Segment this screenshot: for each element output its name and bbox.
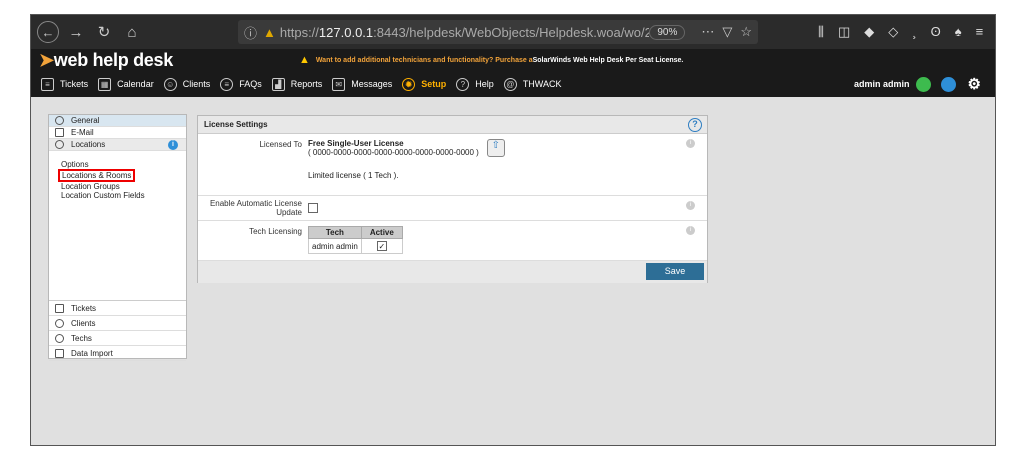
panel-header: License Settings ?: [198, 116, 707, 134]
extension-icon[interactable]: ◆: [864, 24, 874, 40]
help-icon: ?: [456, 77, 470, 91]
techs-icon: [55, 333, 64, 343]
license-limit: Limited license ( 1 Tech ).: [308, 171, 399, 180]
nav-help[interactable]: ? Help: [456, 77, 494, 91]
tech-licensing-label: Tech Licensing: [249, 227, 302, 236]
thwack-icon: @: [503, 77, 517, 91]
extension-2-icon[interactable]: ◇: [888, 24, 898, 40]
clients-icon: [55, 318, 64, 328]
zoom-level[interactable]: 90%: [649, 24, 686, 40]
status-icon[interactable]: [915, 76, 931, 92]
warning-icon: ▲: [298, 54, 310, 66]
auto-update-checkbox[interactable]: [308, 203, 318, 213]
web-help-desk-logo[interactable]: ➤web help desk: [39, 50, 173, 71]
purchase-link[interactable]: SolarWinds Web Help Desk Per Seat Licens…: [533, 57, 684, 64]
info-icon[interactable]: i: [686, 226, 695, 235]
info-icon[interactable]: i: [686, 201, 695, 210]
locations-submenu: Options Locations & Rooms Location Group…: [49, 151, 186, 301]
main-nav: ≡ Tickets ▦ Calendar ☺ Clients ≡ FAQs ▟ Repor…: [31, 71, 995, 97]
licensed-to-label: Licensed To: [259, 140, 302, 149]
clients-icon: ☺: [163, 77, 177, 91]
app-banner: ➤web help desk ▲ Want to add additional …: [31, 49, 995, 71]
auto-update-label: Enable Automatic License Update: [209, 199, 302, 217]
licensed-to-row: Licensed To Free Single-User License ( 0…: [198, 134, 707, 196]
active-column-header: Active: [360, 226, 403, 239]
upgrade-license-icon[interactable]: ⇧: [486, 139, 505, 157]
sidebar-item-email[interactable]: E-Mail: [49, 127, 186, 139]
promo-banner: ▲ Want to add additional technicians and…: [298, 54, 684, 66]
back-icon[interactable]: ←: [37, 21, 59, 43]
reload-icon[interactable]: ↻: [93, 21, 115, 43]
submenu-options[interactable]: Options: [61, 160, 186, 169]
site-info-icon[interactable]: ⓘ: [244, 23, 257, 42]
table-row: admin admin ✓: [308, 238, 403, 254]
nav-reports[interactable]: ▟ Reports: [271, 77, 322, 91]
content-area: General E-Mail Locations i Options Locati…: [31, 97, 995, 445]
sidebar-item-techs[interactable]: Techs: [49, 331, 186, 346]
user-area: admin admin ⚙: [854, 75, 981, 93]
account-icon[interactable]: ʘ: [931, 24, 941, 40]
sidebar-item-general[interactable]: General: [49, 115, 186, 127]
general-icon: [55, 116, 64, 125]
nav-thwack[interactable]: @ THWACK: [503, 77, 561, 91]
tech-licensing-row: Tech Licensing Tech Active admin admin ✓…: [198, 221, 707, 261]
url-bar[interactable]: ⓘ ▲ https://127.0.0.1:8443/helpdesk/WebO…: [238, 20, 758, 44]
info-icon[interactable]: i: [686, 139, 695, 148]
setup-gear-icon: ✹: [402, 77, 416, 91]
submenu-location-groups[interactable]: Location Groups: [61, 182, 186, 191]
tech-column-header: Tech: [308, 226, 362, 239]
url-text[interactable]: https://127.0.0.1:8443/helpdesk/WebObjec…: [280, 25, 649, 40]
data-import-icon: [55, 348, 64, 358]
sidebar-item-locations[interactable]: Locations i: [49, 139, 186, 151]
calendar-icon: ▦: [98, 77, 112, 91]
menu-icon[interactable]: ≡: [976, 24, 984, 40]
nav-messages[interactable]: ✉ Messages: [332, 77, 392, 91]
tech-cell: admin admin: [308, 238, 362, 254]
tickets-wrench-icon: [55, 303, 64, 313]
nav-setup[interactable]: ✹ Setup: [402, 77, 446, 91]
location-pin-icon: [55, 140, 64, 149]
submenu-location-custom-fields[interactable]: Location Custom Fields: [61, 191, 186, 200]
faqs-icon: ≡: [220, 77, 234, 91]
auto-update-row: Enable Automatic License Update i: [198, 196, 707, 221]
extension-3-icon[interactable]: ¸: [912, 24, 916, 40]
nav-faqs[interactable]: ≡ FAQs: [220, 77, 262, 91]
help-icon[interactable]: ?: [688, 117, 702, 132]
more-icon[interactable]: ⋯: [701, 24, 714, 40]
forward-icon[interactable]: →: [65, 21, 87, 43]
browser-toolbar: ← → ↻ ⌂ ⓘ ▲ https://127.0.0.1:8443/helpd…: [31, 15, 995, 49]
license-key: ( 0000-0000-0000-0000-0000-0000-0000-000…: [308, 148, 479, 157]
messages-icon: ✉: [332, 77, 346, 91]
pocket-icon[interactable]: ▽: [722, 24, 732, 40]
license-name: Free Single-User License: [308, 139, 404, 148]
setup-sidebar: General E-Mail Locations i Options Locati…: [48, 114, 187, 361]
info-icon[interactable]: i: [168, 139, 178, 150]
panel-footer: Save: [198, 261, 707, 283]
user-name[interactable]: admin admin: [854, 79, 910, 89]
submenu-locations-rooms[interactable]: Locations & Rooms: [58, 169, 136, 182]
active-checkbox[interactable]: ✓: [376, 241, 387, 251]
license-settings-panel: License Settings ? Licensed To Free Sing…: [197, 115, 708, 283]
profile-icon[interactable]: [940, 76, 956, 92]
tech-table: Tech Active admin admin ✓: [308, 226, 403, 254]
nav-clients[interactable]: ☺ Clients: [163, 77, 210, 91]
library-icon[interactable]: ⫼: [818, 24, 824, 40]
home-icon[interactable]: ⌂: [121, 21, 143, 43]
sidebar-item-data-import[interactable]: Data Import: [49, 346, 186, 361]
nav-calendar[interactable]: ▦ Calendar: [98, 77, 154, 91]
reports-icon: ▟: [271, 77, 285, 91]
sidebar-item-tickets[interactable]: Tickets: [49, 301, 186, 316]
settings-gear-icon[interactable]: ⚙: [968, 75, 981, 93]
lock-warning-icon[interactable]: ▲: [263, 25, 276, 40]
panel-title: License Settings: [204, 120, 268, 129]
email-icon: [55, 128, 64, 137]
nav-tickets[interactable]: ≡ Tickets: [41, 77, 88, 91]
sidebar-item-clients[interactable]: Clients: [49, 316, 186, 331]
extension-4-icon[interactable]: ♠: [955, 24, 962, 40]
bookmark-star-icon[interactable]: ☆: [740, 24, 752, 40]
sidebar-icon[interactable]: ◫: [838, 24, 850, 40]
browser-window: ← → ↻ ⌂ ⓘ ▲ https://127.0.0.1:8443/helpd…: [30, 14, 996, 446]
tickets-icon: ≡: [41, 77, 54, 91]
save-button[interactable]: Save: [646, 263, 704, 280]
